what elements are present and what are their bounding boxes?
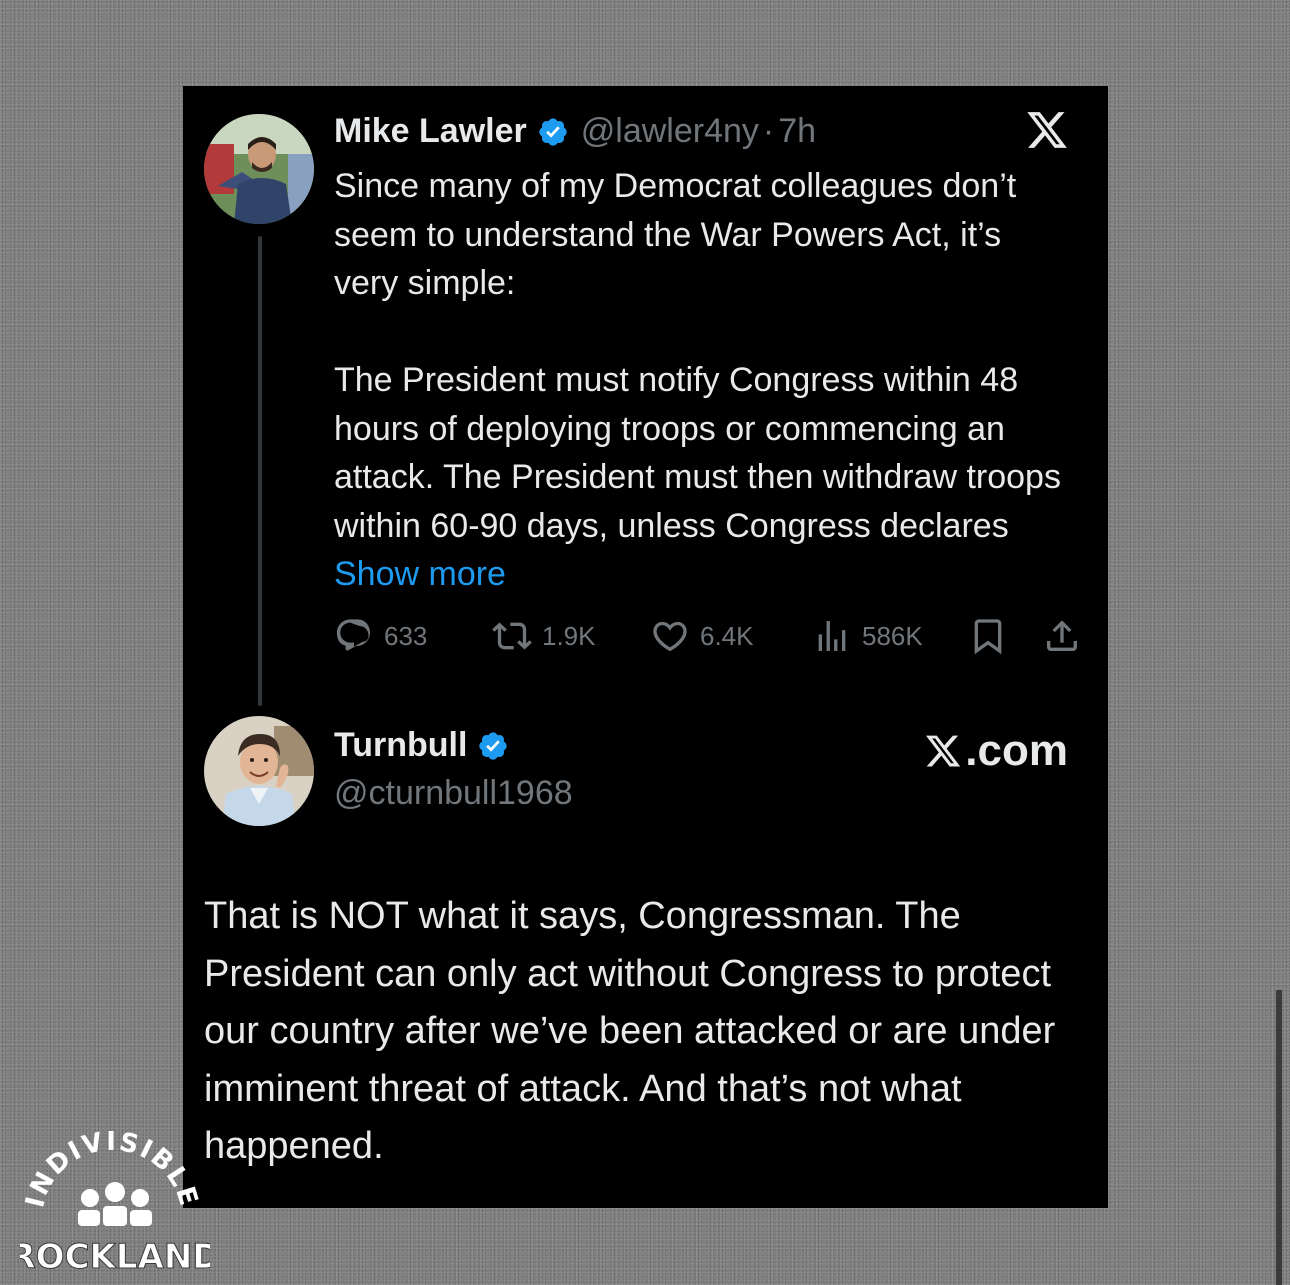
share-icon <box>1047 620 1077 651</box>
lawler-avatar[interactable] <box>204 114 314 224</box>
x-logo-icon <box>926 735 961 767</box>
indivisible-rockland-logo: INDIVISIBLE ROCKLAND <box>20 1130 210 1275</box>
verified-badge-icon <box>479 731 508 760</box>
screenshot-card: Mike Lawler @lawler4ny · 7h Since many o… <box>183 86 1108 1208</box>
repost-icon <box>492 622 532 650</box>
original-tweet-body: Since many of my Democrat colleagues don… <box>334 162 1074 599</box>
x-logo-icon <box>1027 112 1067 148</box>
show-more-link[interactable]: Show more <box>334 555 506 593</box>
reply-author-name[interactable]: Turnbull <box>334 726 467 765</box>
tweet-timestamp[interactable]: 7h <box>778 112 816 151</box>
reply-button[interactable]: 633 <box>334 614 427 658</box>
svg-text:ROCKLAND: ROCKLAND <box>20 1237 210 1275</box>
original-tweet-header: Mike Lawler @lawler4ny · 7h <box>334 112 816 151</box>
bookmark-button[interactable] <box>968 614 1008 658</box>
tweet-action-bar: 633 1.9K 6.4K 586K <box>334 614 1084 658</box>
reply-icon <box>336 619 371 651</box>
bookmark-icon <box>974 619 1002 655</box>
source-domain-suffix: .com <box>965 726 1068 775</box>
reply-count: 633 <box>384 620 428 651</box>
author-handle[interactable]: @lawler4ny <box>581 112 759 151</box>
share-button[interactable] <box>1042 614 1082 658</box>
tweet-paragraph-2-text: The President must notify Congress withi… <box>334 361 1061 545</box>
views-icon <box>818 621 846 651</box>
header-separator: · <box>762 112 775 150</box>
thread-connector-line <box>258 236 262 706</box>
like-button[interactable]: 6.4K <box>650 614 754 658</box>
reply-tweet-header: Turnbull <box>334 726 509 765</box>
edge-shadow-bar <box>1276 990 1282 1285</box>
reply-tweet-body: That is NOT what it says, Congressman. T… <box>204 895 1056 1167</box>
tweet-paragraph-1: Since many of my Democrat colleagues don… <box>334 167 1017 302</box>
turnbull-avatar[interactable] <box>204 716 314 826</box>
repost-button[interactable]: 1.9K <box>492 614 596 658</box>
like-icon <box>653 621 687 652</box>
repost-count: 1.9K <box>542 620 596 651</box>
tweet-paragraph-2: The President must notify Congress withi… <box>334 356 1074 599</box>
source-xcom-label: .com <box>923 726 1068 776</box>
reply-author-handle[interactable]: @cturnbull1968 <box>334 774 573 813</box>
author-name[interactable]: Mike Lawler <box>334 112 527 151</box>
views-button[interactable]: 586K <box>812 614 923 658</box>
views-count: 586K <box>862 620 923 651</box>
verified-badge-icon <box>539 117 567 146</box>
like-count: 6.4K <box>700 620 754 651</box>
